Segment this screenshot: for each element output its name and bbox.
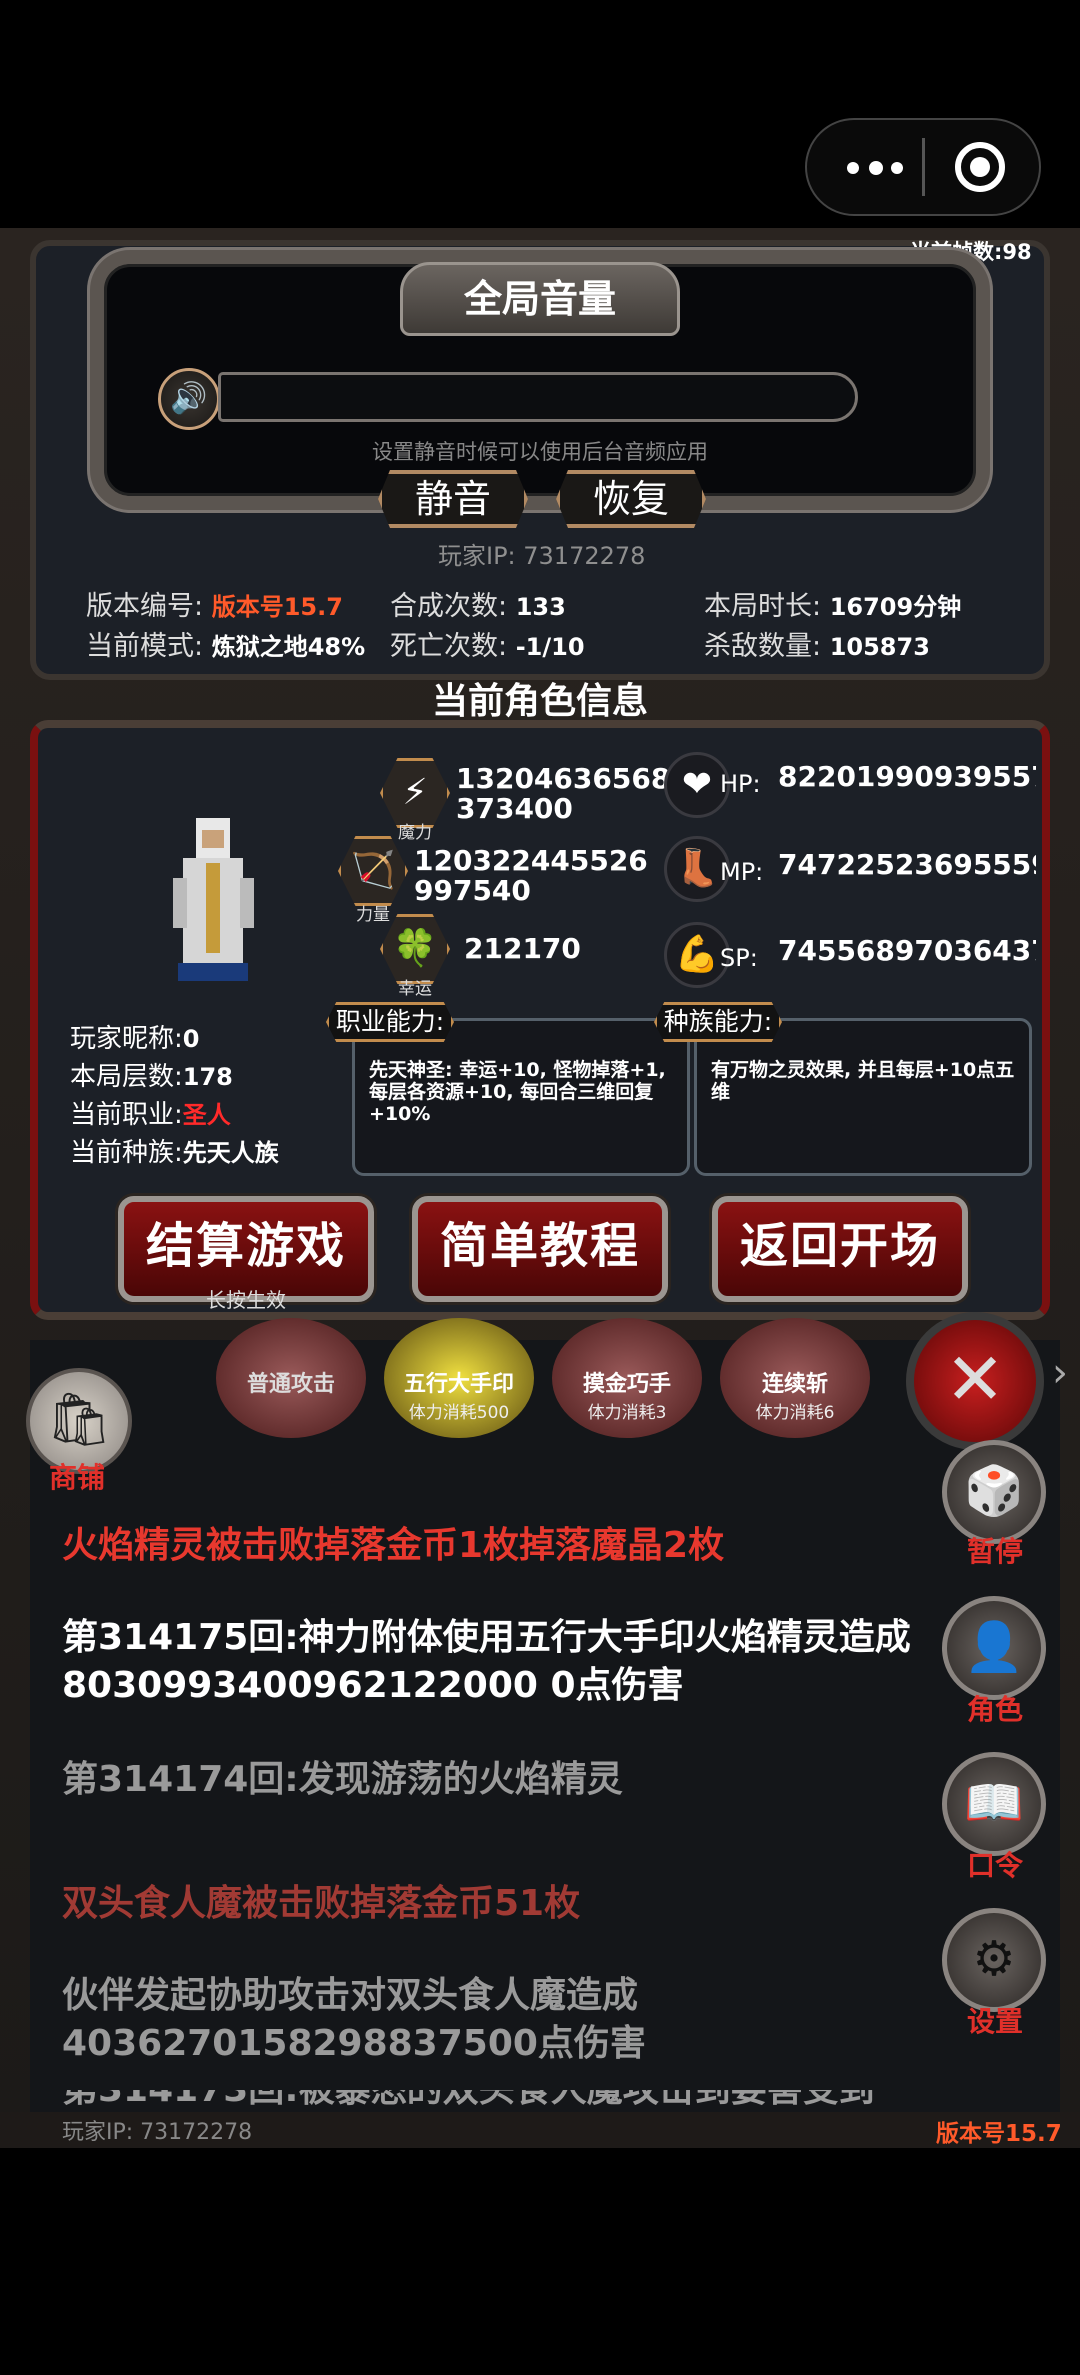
nickname-label: 玩家昵称: xyxy=(70,1024,183,1054)
footer-ip: 玩家IP: 73172278 xyxy=(62,2120,253,2145)
log-line-5: 第314173回:被暴怒的双头食人魔攻击到要害受到 xyxy=(62,2090,922,2112)
death-value: -1/10 xyxy=(515,633,585,661)
job-value: 圣人 xyxy=(182,1101,231,1129)
gear-icon[interactable]: ⚙ xyxy=(942,1908,1046,2012)
skill-name-1: 五行大手印 xyxy=(403,1372,514,1397)
kills-label: 杀敌数量: xyxy=(704,631,822,662)
mute-button[interactable]: 静音 xyxy=(378,470,528,528)
job-label: 当前职业: xyxy=(70,1100,183,1130)
hp-label: HP: xyxy=(720,770,761,798)
hooded-figure-icon[interactable]: 👤 xyxy=(942,1596,1046,1700)
synth-value: 133 xyxy=(515,593,566,621)
skill-name-2: 摸金巧手 xyxy=(582,1372,671,1397)
luck-value: 212170 xyxy=(464,932,581,965)
job-line: 当前职业:圣人 xyxy=(70,1094,231,1131)
skill-cost-2: 体力消耗3 xyxy=(587,1403,667,1423)
job-ability-tag: 职业能力: xyxy=(326,1002,454,1042)
mode-label: 当前模式: xyxy=(86,631,204,662)
race-value: 先天人族 xyxy=(182,1139,279,1167)
log-line-2: 第314174回:发现游荡的火焰精灵 xyxy=(62,1759,623,1800)
hp-clip: 8220199093955768 xyxy=(778,762,1036,792)
synth-stat: 合成次数: 133 xyxy=(390,584,566,623)
version-label: 版本编号: xyxy=(86,591,204,622)
power-value-1: 120322445526 xyxy=(414,844,648,877)
mode-value: 炼狱之地48% xyxy=(211,633,366,661)
mp-label: MP: xyxy=(720,858,764,886)
luck-caption: 幸运 xyxy=(398,979,432,999)
kills-stat: 杀敌数量: 105873 xyxy=(704,624,930,663)
skill-name-3: 连续斩 xyxy=(761,1372,828,1397)
magic-value-2: 373400 xyxy=(456,792,573,825)
back-to-start-button[interactable]: 返回开场 xyxy=(712,1196,968,1302)
more-dots-icon[interactable] xyxy=(847,152,907,182)
hp-value: 8220199093955768 xyxy=(778,762,1036,792)
settings-label: 设置 xyxy=(966,2005,1023,2038)
race-label: 当前种族: xyxy=(70,1138,183,1168)
shop-label: 商铺 xyxy=(48,1461,105,1494)
duration-value: 16709分钟 xyxy=(829,593,962,621)
synth-label: 合成次数: xyxy=(390,591,508,622)
race-line: 当前种族:先天人族 xyxy=(70,1132,279,1169)
race-ability-tag: 种族能力: xyxy=(654,1002,782,1042)
sp-value: 7455689703643795 xyxy=(778,936,1036,966)
footer-version: 版本号15.7 xyxy=(936,2121,1062,2147)
skill-cost-3: 体力消耗6 xyxy=(755,1403,835,1423)
kills-value: 105873 xyxy=(829,633,930,661)
capsule-divider xyxy=(922,138,925,196)
speaker-icon[interactable]: 🔊 xyxy=(158,368,220,430)
record-circle-icon[interactable] xyxy=(955,142,1005,192)
nickname-line: 玩家昵称:0 xyxy=(70,1018,199,1055)
duration-stat: 本局时长: 16709分钟 xyxy=(704,584,961,623)
book-icon[interactable]: 📖 xyxy=(942,1752,1046,1856)
mode-stat: 当前模式: 炼狱之地48% xyxy=(86,624,365,663)
volume-title: 全局音量 xyxy=(400,262,680,336)
mini-program-capsule xyxy=(805,118,1041,216)
log-line-1: 第314175回:神力附体使用五行大手印火焰精灵造成80309934009621… xyxy=(62,1617,911,1706)
mp-clip: 7472252369555981 xyxy=(778,850,1036,880)
sp-clip: 7455689703643795 xyxy=(778,936,1036,966)
skill-cost-1: 体力消耗500 xyxy=(408,1403,510,1423)
settle-hint: 长按生效 xyxy=(206,1288,286,1312)
volume-slider[interactable] xyxy=(218,372,858,422)
version-stat: 版本编号: 版本号15.7 xyxy=(86,584,343,623)
power-value-2: 997540 xyxy=(414,874,531,907)
pause-label: 暂停 xyxy=(966,1535,1023,1568)
floors-value: 178 xyxy=(182,1063,233,1091)
version-value: 版本号15.7 xyxy=(211,593,343,621)
player-ip: 玩家IP: 73172278 xyxy=(438,542,646,570)
restore-button[interactable]: 恢复 xyxy=(556,470,706,528)
tutorial-button[interactable]: 简单教程 xyxy=(412,1196,668,1302)
log-line-5-clip: 第314173回:被暴怒的双头食人魔攻击到要害受到 xyxy=(62,2090,922,2112)
nickname-value: 0 xyxy=(182,1025,200,1053)
character-sprite xyxy=(158,808,268,988)
close-x-icon[interactable]: ✕ xyxy=(906,1312,1044,1450)
magic-value-1: 132046365684 xyxy=(456,762,690,795)
death-stat: 死亡次数: -1/10 xyxy=(390,624,585,663)
death-label: 死亡次数: xyxy=(390,631,508,662)
skill-name-0: 普通攻击 xyxy=(246,1372,335,1397)
code-label: 口令 xyxy=(966,1849,1023,1882)
mp-value: 7472252369555981 xyxy=(778,850,1036,880)
char-section-title: 当前角色信息 xyxy=(431,681,648,722)
dice-icon[interactable]: 🎲 xyxy=(942,1440,1046,1544)
floors-line: 本局层数:178 xyxy=(70,1056,233,1093)
chevron-right-icon[interactable]: › xyxy=(1052,1350,1068,1396)
floors-label: 本局层数: xyxy=(70,1062,183,1092)
log-line-4: 伙伴发起协助攻击对双头食人魔造成4036270158298837500点伤害 xyxy=(62,1975,646,2064)
role-label: 角色 xyxy=(966,1693,1023,1726)
log-line-3: 双头食人魔被击败掉落金币51枚 xyxy=(62,1883,581,1924)
volume-hint: 设置静音时候可以使用后台音频应用 xyxy=(372,440,708,464)
log-line-0: 火焰精灵被击败掉落金币1枚掉落魔晶2枚 xyxy=(62,1525,725,1566)
sp-label: SP: xyxy=(720,944,758,972)
duration-label: 本局时长: xyxy=(704,591,822,622)
